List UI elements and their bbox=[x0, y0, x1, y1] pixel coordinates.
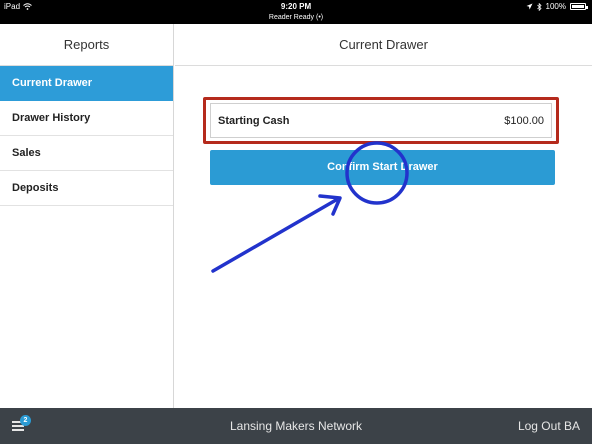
network-name: Lansing Makers Network bbox=[229, 419, 363, 433]
annotation-arrow bbox=[211, 198, 338, 273]
annotation-circle bbox=[345, 141, 409, 205]
logout-button[interactable]: Log Out BA bbox=[518, 419, 580, 433]
annotation-overlay bbox=[211, 141, 409, 273]
bottom-bar: 2 Lansing Makers Network Log Out BA bbox=[0, 408, 592, 444]
